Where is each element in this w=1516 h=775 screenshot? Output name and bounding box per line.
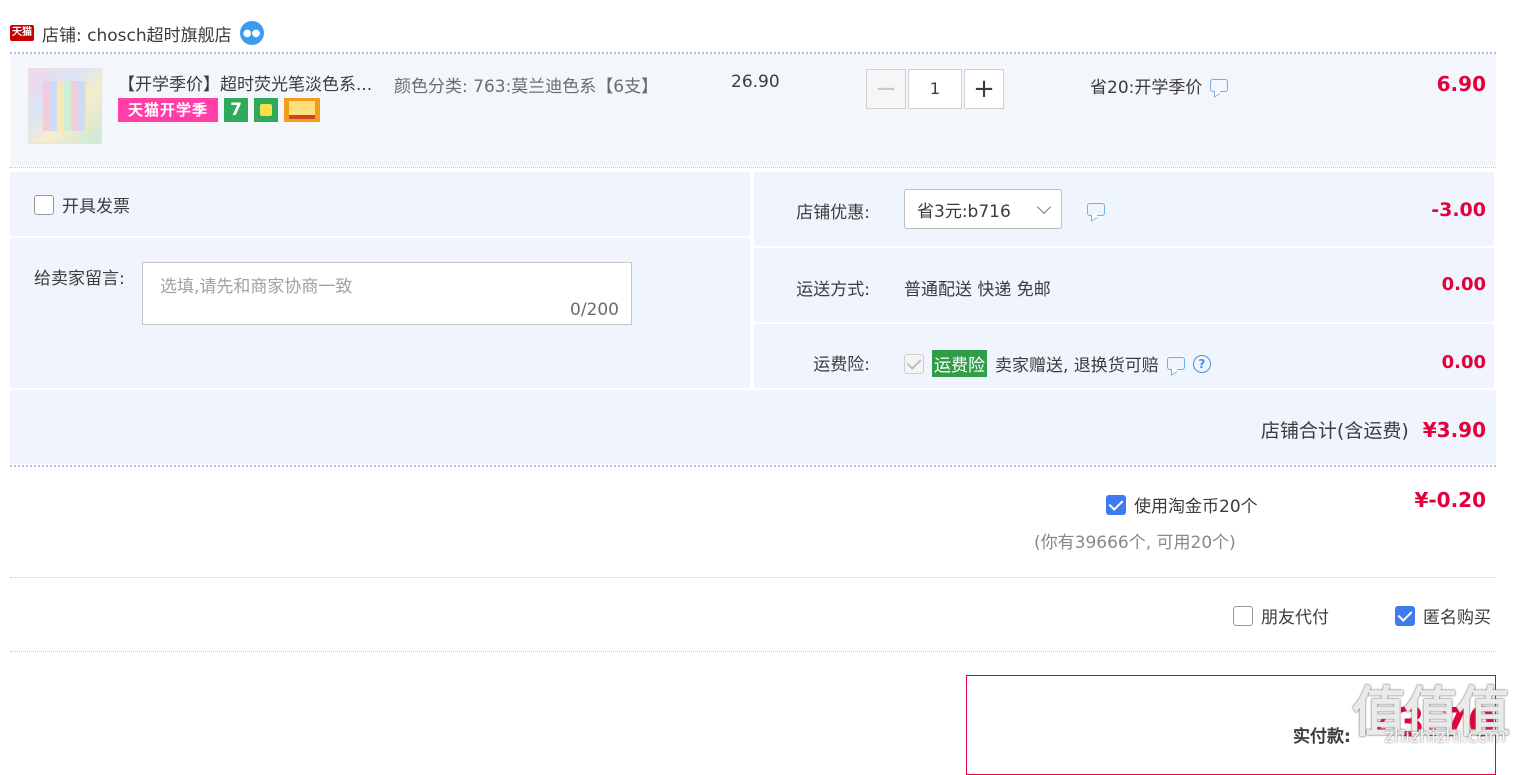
coin-balance-note: (你有39666个, 可用20个) [1034,533,1236,553]
shipping-method: 普通配送 快递 免邮 [904,280,1051,300]
insurance-tag: 运费险 [932,350,987,377]
product-sku: 颜色分类: 763:莫兰迪色系【6支】 [394,77,659,97]
product-thumbnail[interactable] [28,68,102,144]
divider [10,577,1496,578]
shop-header: 天猫 店铺: chosch超时旗舰店 ●● [10,18,264,48]
anonymous-option[interactable]: 匿名购买 [1395,603,1491,628]
shop-coupon-label: 店铺优惠: [796,203,870,223]
anonymous-label: 匿名购买 [1423,608,1491,628]
shop-coupon-select[interactable]: 省3元:b716 [904,189,1062,229]
insurance-amount: 0.00 [1441,352,1486,373]
shop-name-link[interactable]: 店铺: chosch超时旗舰店 [42,21,232,46]
product-title-link[interactable]: 【开学季价】超时荧光笔淡色系... [118,70,388,95]
divider [10,167,1496,168]
divider [10,651,1496,652]
watermark-url: zhizhizhi.com [1384,726,1506,747]
seven-day-return-icon: 7 [224,98,249,122]
comment-icon[interactable] [1210,79,1229,92]
shop-total: 店铺合计(含运费) ¥3.90 [1261,416,1486,443]
coin-label: 使用淘金币20个 [1134,497,1258,517]
comment-icon[interactable] [1166,357,1185,370]
chevron-down-icon [1036,199,1052,214]
coupon-selected-value: 省3元:b716 [917,201,1011,222]
tmall-logo-icon: 天猫 [10,25,34,41]
payment-label: 实付款: [1293,727,1351,747]
wangwang-chat-icon[interactable]: ●● [239,21,264,45]
increase-quantity-button[interactable]: + [964,69,1004,109]
anonymous-checkbox[interactable] [1395,605,1415,626]
item-subtotal: 6.90 [1436,72,1486,96]
comment-icon[interactable] [1087,203,1105,216]
message-placeholder: 选填,请先和商家协商一致 [160,277,353,297]
invoice-option[interactable]: 开具发票 [34,192,130,217]
campaign-tag: 天猫开学季 [118,98,219,122]
coin-checkbox[interactable] [1106,494,1126,515]
invoice-checkbox[interactable] [34,194,54,215]
shop-total-label: 店铺合计(含运费) [1260,420,1409,442]
shop-total-amount: ¥3.90 [1422,418,1486,442]
shipping-amount: 0.00 [1441,274,1486,295]
divider [10,465,1496,467]
seller-message-label: 给卖家留言: [34,269,125,289]
friend-pay-option[interactable]: 朋友代付 [1233,603,1329,628]
unit-price: 26.90 [731,72,780,92]
help-icon[interactable]: ? [1192,354,1211,373]
seller-message-input[interactable]: 选填,请先和商家协商一致 0/200 [142,262,632,325]
friend-pay-checkbox[interactable] [1233,605,1253,626]
insurance-option: 运费险 卖家赠送, 退换货可赔 ? [904,350,1211,377]
coupon-amount: -3.00 [1431,199,1486,221]
coin-option[interactable]: 使用淘金币20个 [1106,492,1258,517]
invoice-label: 开具发票 [62,197,130,217]
insurance-desc: 卖家赠送, 退换货可赔 [995,356,1159,376]
promotion-text: 省20:开学季价 [1090,78,1203,98]
gift-icon [254,98,279,122]
product-tags: 天猫开学季 7 [118,98,321,122]
credit-card-icon [284,98,321,122]
coin-amount: ¥-0.20 [1414,488,1486,512]
message-char-counter: 0/200 [570,300,619,320]
shipping-label: 运送方式: [796,280,870,300]
insurance-checkbox [904,353,924,374]
insurance-label: 运费险: [813,355,870,375]
item-promotion: 省20:开学季价 [1090,73,1229,98]
decrease-quantity-button[interactable]: − [866,69,906,109]
quantity-stepper: − 1 + [866,69,1004,109]
quantity-input[interactable]: 1 [908,69,962,109]
friend-pay-label: 朋友代付 [1261,608,1329,628]
